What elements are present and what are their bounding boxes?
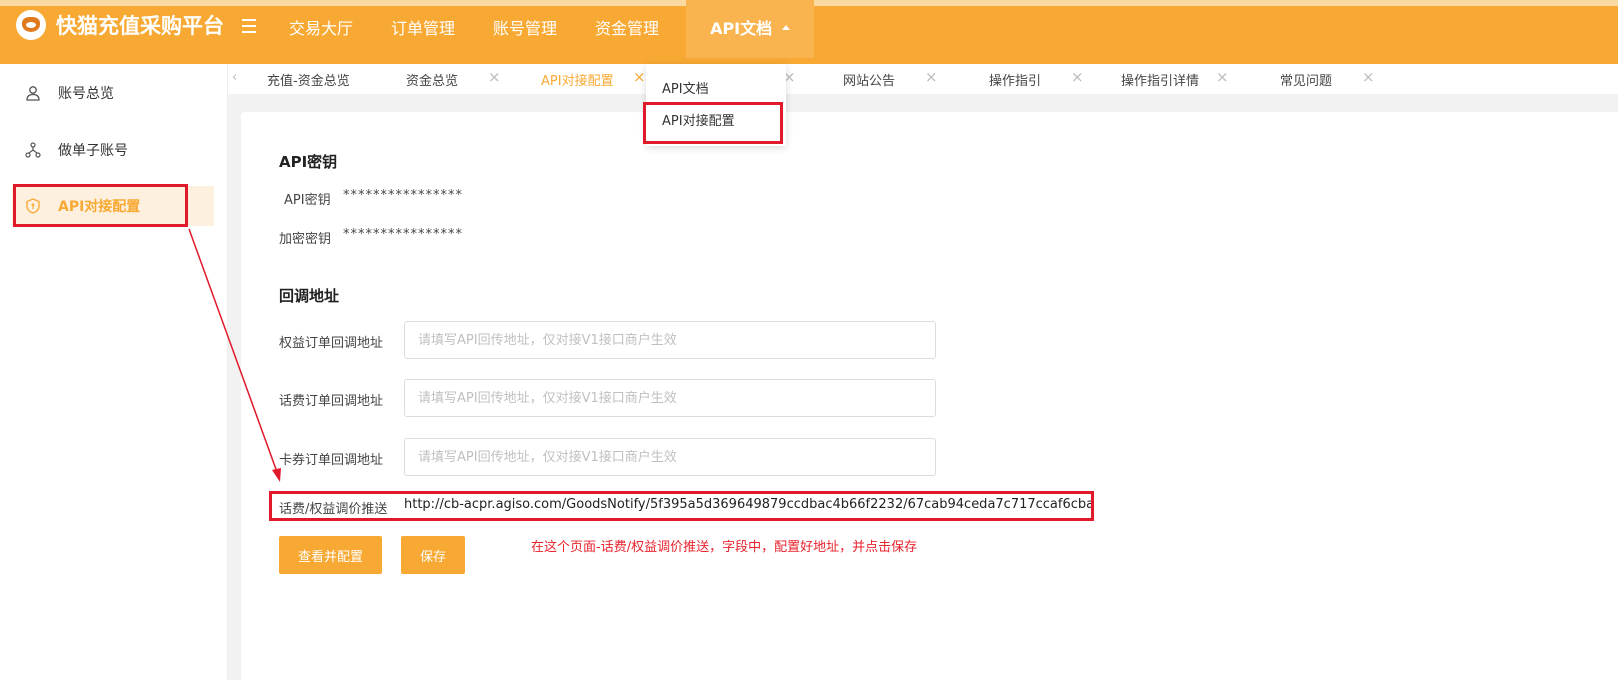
- caret-up-icon: [782, 25, 791, 30]
- api-key-section-title: API密钥: [279, 153, 338, 171]
- tree-icon: [24, 141, 42, 159]
- topnav-trading-hall[interactable]: 交易大厅: [270, 0, 372, 58]
- highlight-box-price-push: [269, 491, 1094, 521]
- user-icon: [24, 84, 42, 102]
- benefit-callback-label: 权益订单回调地址: [279, 336, 384, 351]
- sidebar: 账号总览 做单子账号 API对接配置: [0, 64, 228, 680]
- topnav-api-docs-label: API文档: [710, 19, 773, 38]
- highlight-box-dropdown: [643, 102, 783, 144]
- coupon-callback-input[interactable]: [404, 438, 936, 476]
- close-icon[interactable]: ×: [633, 68, 646, 86]
- topnav-api-docs[interactable]: API文档: [686, 0, 815, 58]
- topnav-fund-management[interactable]: 资金管理: [576, 0, 678, 58]
- view-config-button[interactable]: 查看并配置: [279, 536, 382, 574]
- menu-toggle-icon[interactable]: [242, 19, 256, 33]
- coupon-callback-label: 卡券订单回调地址: [279, 453, 384, 468]
- annotation-note: 在这个页面-话费/权益调价推送，字段中，配置好地址，并点击保存: [531, 540, 918, 555]
- tab-api-config[interactable]: API对接配置: [541, 70, 614, 89]
- tab-recharge-fund-overview[interactable]: 充值-资金总览: [267, 70, 350, 89]
- tab-operation-guide-detail[interactable]: 操作指引详情: [1121, 70, 1199, 89]
- top-nav: 交易大厅 订单管理 账号管理 资金管理 API文档: [270, 0, 815, 58]
- phone-callback-input[interactable]: [404, 379, 936, 417]
- close-icon[interactable]: ×: [925, 68, 938, 86]
- phone-callback-label: 话费订单回调地址: [279, 394, 384, 409]
- api-key-value: ****************: [343, 188, 463, 203]
- encrypt-key-label: 加密密钥: [279, 232, 332, 247]
- benefit-callback-input[interactable]: [404, 321, 936, 359]
- sidebar-item-sub-accounts[interactable]: 做单子账号: [12, 130, 214, 170]
- tab-site-notice[interactable]: 网站公告: [843, 70, 895, 89]
- close-icon[interactable]: ×: [1216, 68, 1229, 86]
- close-icon[interactable]: ×: [1362, 68, 1375, 86]
- encrypt-key-value: ****************: [343, 227, 463, 242]
- topnav-order-management[interactable]: 订单管理: [372, 0, 474, 58]
- api-key-label: API密钥: [284, 193, 331, 208]
- tab-fund-overview[interactable]: 资金总览: [406, 70, 458, 89]
- tab-operation-guide[interactable]: 操作指引: [989, 70, 1041, 89]
- topnav-account-management[interactable]: 账号管理: [474, 0, 576, 58]
- cat-logo-icon: [16, 10, 46, 40]
- save-button[interactable]: 保存: [401, 536, 465, 574]
- dropdown-item-api-docs[interactable]: API文档: [662, 78, 709, 97]
- brand[interactable]: 快猫充值采购平台: [16, 10, 224, 40]
- highlight-box-sidebar: [13, 184, 188, 227]
- callback-section-title: 回调地址: [279, 287, 340, 305]
- close-icon[interactable]: ×: [488, 68, 501, 86]
- sidebar-item-label: 做单子账号: [58, 143, 128, 159]
- chevron-left-icon[interactable]: ‹: [232, 70, 237, 85]
- app-title: 快猫充值采购平台: [56, 14, 224, 38]
- close-icon[interactable]: ×: [1071, 68, 1084, 86]
- tab-faq[interactable]: 常见问题: [1280, 70, 1332, 89]
- sidebar-item-label: 账号总览: [58, 86, 114, 102]
- sidebar-item-account-overview[interactable]: 账号总览: [12, 73, 214, 113]
